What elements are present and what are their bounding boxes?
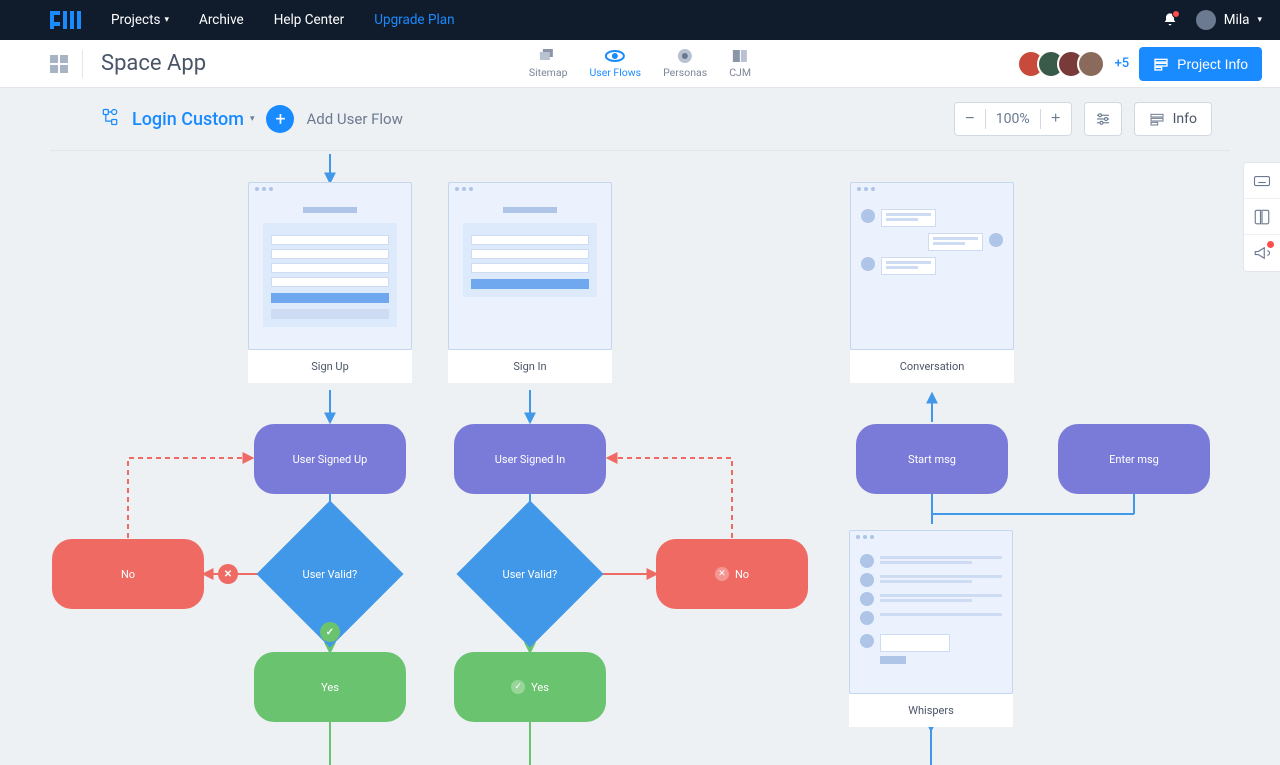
chevron-down-icon: ▾: [165, 15, 170, 25]
tab-cjm[interactable]: CJM: [729, 48, 751, 79]
logo[interactable]: [50, 11, 81, 29]
check-icon: ✓: [511, 680, 525, 694]
zoom-value: 100%: [986, 111, 1040, 127]
node-user-valid-2[interactable]: User Valid?: [478, 522, 582, 626]
node-signup-wireframe[interactable]: Sign Up: [248, 182, 412, 383]
flow-canvas[interactable]: Sign Up Sign In Conversation: [0, 154, 1280, 765]
nav-archive[interactable]: Archive: [199, 12, 244, 28]
tab-personas[interactable]: Personas: [663, 48, 707, 79]
book-icon[interactable]: [1244, 199, 1280, 235]
chevron-down-icon: ▾: [250, 114, 255, 124]
tab-userflows[interactable]: User Flows: [589, 48, 641, 79]
flow-info-button[interactable]: Info: [1134, 102, 1212, 136]
nav-upgrade[interactable]: Upgrade Plan: [374, 12, 454, 28]
add-flow-label: Add User Flow: [306, 110, 402, 128]
user-menu[interactable]: Mila ▾: [1196, 10, 1262, 30]
node-user-signed-in[interactable]: User Signed In: [454, 424, 606, 494]
node-label: Conversation: [850, 350, 1014, 383]
zoom-control: − 100% +: [954, 102, 1072, 136]
settings-button[interactable]: [1084, 102, 1122, 136]
node-user-valid-1[interactable]: User Valid?: [278, 522, 382, 626]
node-no-1[interactable]: No: [52, 539, 204, 609]
node-enter-msg[interactable]: Enter msg: [1058, 424, 1210, 494]
node-label: Whispers: [849, 694, 1013, 727]
side-tools: [1243, 162, 1280, 272]
nav-projects[interactable]: Projects ▾: [111, 12, 169, 28]
megaphone-icon[interactable]: [1244, 235, 1280, 271]
node-no-2[interactable]: ✕No: [656, 539, 808, 609]
flow-toolbar: Login Custom ▾ + Add User Flow − 100% + …: [50, 88, 1230, 151]
node-yes-1[interactable]: Yes: [254, 652, 406, 722]
dashboard-icon[interactable]: [50, 55, 68, 73]
notification-dot: [1172, 10, 1180, 18]
notifications-bell-icon[interactable]: [1162, 12, 1178, 28]
x-icon: ✕: [715, 567, 729, 581]
top-navbar: Projects ▾ Archive Help Center Upgrade P…: [0, 0, 1280, 40]
keyboard-icon[interactable]: [1244, 163, 1280, 199]
flow-name-dropdown[interactable]: Login Custom ▾: [132, 109, 254, 130]
tab-sitemap[interactable]: Sitemap: [529, 48, 568, 79]
node-signin-wireframe[interactable]: Sign In: [448, 182, 612, 383]
project-header: Space App Sitemap User Flows Personas CJ…: [0, 40, 1280, 88]
avatar: [1196, 10, 1216, 30]
node-whispers-wireframe[interactable]: Whispers: [849, 530, 1013, 727]
edge-marker-no: ✕: [218, 564, 238, 584]
node-yes-2[interactable]: ✓Yes: [454, 652, 606, 722]
nav-help[interactable]: Help Center: [274, 12, 345, 28]
edge-marker-yes: ✓: [320, 622, 340, 642]
collaborator-avatars[interactable]: [1017, 50, 1105, 78]
add-flow-button[interactable]: +: [266, 105, 294, 133]
node-start-msg[interactable]: Start msg: [856, 424, 1008, 494]
project-title: Space App: [101, 51, 206, 76]
node-label: Sign In: [448, 350, 612, 383]
flow-icon: [100, 107, 120, 131]
zoom-out-button[interactable]: −: [955, 103, 985, 135]
zoom-in-button[interactable]: +: [1041, 103, 1071, 135]
collaborator-overflow[interactable]: +5: [1115, 56, 1130, 71]
node-user-signed-up[interactable]: User Signed Up: [254, 424, 406, 494]
node-label: Sign Up: [248, 350, 412, 383]
node-conversation-wireframe[interactable]: Conversation: [850, 182, 1014, 383]
notification-dot: [1267, 241, 1274, 248]
chevron-down-icon: ▾: [1257, 15, 1262, 25]
project-info-button[interactable]: Project Info: [1139, 47, 1262, 81]
